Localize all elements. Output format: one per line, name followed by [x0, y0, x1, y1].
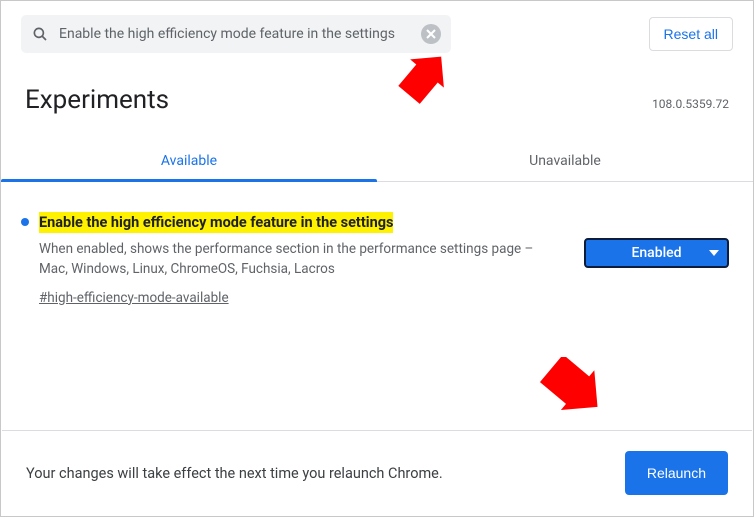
search-icon	[31, 25, 49, 43]
chevron-down-icon	[709, 249, 719, 257]
flag-description: When enabled, shows the performance sect…	[39, 239, 559, 280]
close-icon	[426, 29, 436, 39]
search-input[interactable]: Enable the high efficiency mode feature …	[59, 26, 411, 42]
relaunch-button[interactable]: Relaunch	[625, 451, 728, 495]
tab-unavailable[interactable]: Unavailable	[377, 139, 753, 181]
page-title: Experiments	[25, 85, 169, 115]
version-label: 108.0.5359.72	[652, 97, 729, 111]
search-box[interactable]: Enable the high efficiency mode feature …	[21, 15, 451, 53]
tabs: Available Unavailable	[1, 139, 753, 182]
tab-available[interactable]: Available	[1, 139, 377, 181]
flag-row: Enable the high efficiency mode feature …	[25, 212, 729, 306]
clear-search-button[interactable]	[421, 24, 441, 44]
changed-indicator-dot	[21, 218, 29, 226]
flag-title: Enable the high efficiency mode feature …	[39, 212, 393, 233]
flag-hash-link[interactable]: #high-efficiency-mode-available	[39, 290, 229, 306]
reset-all-button[interactable]: Reset all	[649, 17, 733, 51]
relaunch-bar: Your changes will take effect the next t…	[2, 430, 752, 515]
flag-state-value: Enabled	[631, 245, 681, 261]
flag-state-select[interactable]: Enabled	[584, 238, 729, 268]
relaunch-message: Your changes will take effect the next t…	[26, 465, 443, 482]
